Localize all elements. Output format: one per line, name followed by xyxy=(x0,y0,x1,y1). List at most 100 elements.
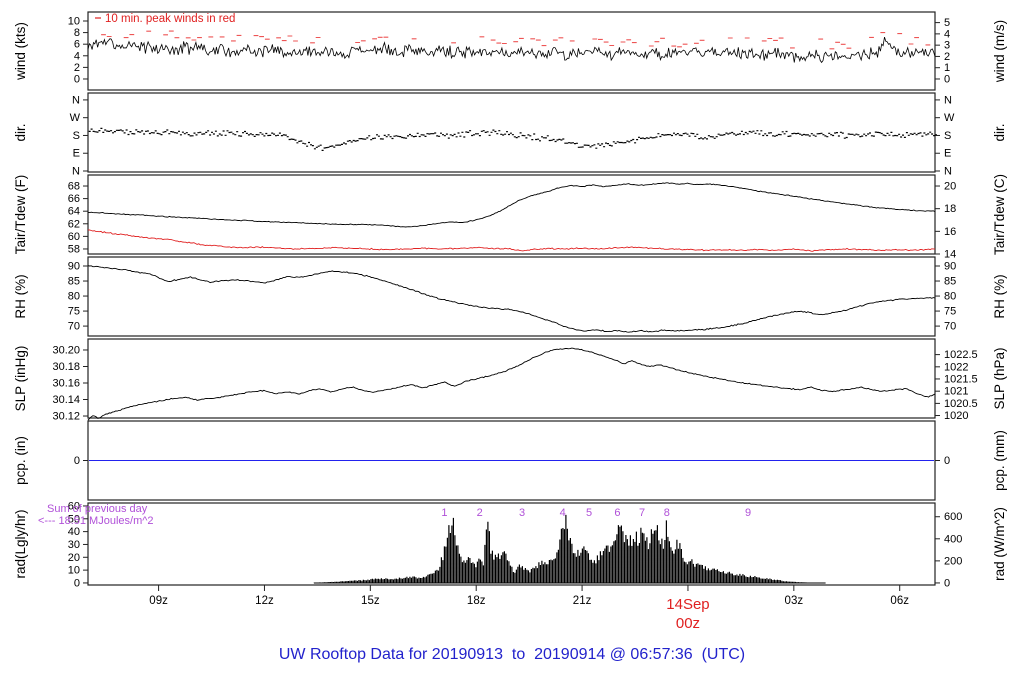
panel-temp: 586062646668 14 16 18 20 Tair/Tdew (F) Tair/Td… xyxy=(13,174,1007,261)
ytick-label-right: 85 xyxy=(944,276,956,288)
ytick-label-left: 40 xyxy=(68,526,80,538)
ytick-label-left: 2 xyxy=(74,62,80,74)
ytick-label-left: 30.20 xyxy=(52,344,80,356)
xtick-label: 03z xyxy=(785,595,804,607)
xtick-date-line2: 00z xyxy=(676,615,700,632)
ytick-label-right: E xyxy=(944,148,951,160)
ylabel-left-temp: Tair/Tdew (F) xyxy=(13,175,28,255)
panel-border-rh xyxy=(87,256,936,337)
ytick-label-left: N xyxy=(72,166,80,178)
ytick-label-right: 5 xyxy=(944,17,950,29)
ytick-label-right: 1021.5 xyxy=(944,373,978,385)
panel-border-temp xyxy=(87,174,936,255)
ylabel-left-rh: RH (%) xyxy=(13,274,28,318)
ytick-label-right: N xyxy=(944,166,952,178)
ytick-label-left: 58 xyxy=(68,243,80,255)
panel-border-slp xyxy=(87,338,936,419)
ytick-label-left: 30.12 xyxy=(52,411,80,423)
ytick-label-right: 80 xyxy=(944,291,956,303)
ylabel-right-dir: dir. xyxy=(992,123,1007,141)
xtick-label: 15z xyxy=(361,595,380,607)
ylabel-right-rad: rad (W/m^2) xyxy=(992,507,1007,581)
ytick-label-left: 30.14 xyxy=(52,394,80,406)
ytick-label-right: 1 xyxy=(944,62,950,74)
ytick-label-left: 6 xyxy=(74,39,80,51)
panel-dir: NESWNNESWNdir. dir. xyxy=(13,92,1007,178)
ytick-label-left: 90 xyxy=(68,261,80,273)
ytick-label-left: 60 xyxy=(68,231,80,243)
ylabel-left-rad: rad(Lgly/hr) xyxy=(13,509,28,578)
ytick-label-right: 1020.5 xyxy=(944,398,978,410)
ytick-label-right: 4 xyxy=(944,28,950,40)
ytick-label-left: 4 xyxy=(74,50,80,62)
ylabel-left-wind: wind (kts) xyxy=(13,22,28,81)
ylabel-right-wind: wind (m/s) xyxy=(992,20,1007,83)
ytick-label-left: 70 xyxy=(68,321,80,333)
ytick-label-left: 0 xyxy=(74,73,80,85)
ytick-label-left: 0 xyxy=(74,455,80,467)
ytick-label-right: 20 xyxy=(944,181,956,193)
ylabel-right-rh: RH (%) xyxy=(992,274,1007,318)
wind-peak-annotation: 10 min. peak winds in red xyxy=(105,13,235,25)
ytick-label-right: 400 xyxy=(944,533,962,545)
ylabel-right-pcp: pcp. (mm) xyxy=(992,430,1007,491)
rad-hour-mark: 8 xyxy=(664,507,670,519)
ytick-label-right: 1020 xyxy=(944,410,968,422)
rad-hour-mark: 7 xyxy=(639,507,645,519)
panel-rad: 01020304050600200400600rad(Lgly/hr) rad (… xyxy=(13,500,1007,589)
ytick-label-left: S xyxy=(73,130,80,142)
ytick-label-left: 62 xyxy=(68,218,80,230)
ytick-label-right: 18 xyxy=(944,203,956,215)
ytick-label-left: 8 xyxy=(74,27,80,39)
rad-hour-mark: 2 xyxy=(477,507,483,519)
ytick-label-left: N xyxy=(72,94,80,106)
ytick-label-right: S xyxy=(944,130,951,142)
ytick-label-right: 16 xyxy=(944,226,956,238)
ytick-label-left: 75 xyxy=(68,306,80,318)
ytick-label-right: 2 xyxy=(944,51,950,63)
ytick-label-left: E xyxy=(73,148,80,160)
ytick-label-right: 0 xyxy=(944,577,950,589)
ytick-label-left: 10 xyxy=(68,565,80,577)
ytick-label-right: 3 xyxy=(944,40,950,52)
panel-slp: 30.12 30.14 30.16 30.18 30.20 10201020.510211… xyxy=(13,338,1007,423)
ytick-label-left: 68 xyxy=(68,181,80,193)
rad-hour-mark: 4 xyxy=(560,507,566,519)
ytick-label-left: 30.16 xyxy=(52,377,80,389)
xtick-date-line1: 14Sep xyxy=(666,596,709,613)
ylabel-left-dir: dir. xyxy=(13,123,28,141)
ytick-label-left: 66 xyxy=(68,193,80,205)
ylabel-right-slp: SLP (hPa) xyxy=(992,347,1007,409)
ytick-label-right: 70 xyxy=(944,321,956,333)
ylabel-left-slp: SLP (inHg) xyxy=(13,346,28,412)
ytick-label-right: 90 xyxy=(944,261,956,273)
ytick-label-right: W xyxy=(944,112,955,124)
rad-hour-mark: 1 xyxy=(441,507,447,519)
ytick-label-left: 85 xyxy=(68,276,80,288)
ytick-label-right: 0 xyxy=(944,455,950,467)
chart-title: UW Rooftop Data for 20190913 to 20190914… xyxy=(278,646,746,663)
ytick-label-left: 30.18 xyxy=(52,361,80,373)
xtick-label: 06z xyxy=(890,595,909,607)
ylabel-left-pcp: pcp. (in) xyxy=(13,436,28,485)
xtick-label: 18z xyxy=(467,595,486,607)
rad-hour-mark: 3 xyxy=(519,507,525,519)
panel-border-dir xyxy=(87,92,936,173)
ytick-label-left: 0 xyxy=(74,577,80,589)
rad-sum-annotation-line2: <--- 18.51 MJoules/m^2 xyxy=(38,515,154,527)
rad-hour-mark: 6 xyxy=(614,507,620,519)
xtick-label: 09z xyxy=(149,595,168,607)
xtick-label: 21z xyxy=(573,595,592,607)
panel-pcp: 0 0 pcp. (in) pcp. (mm) xyxy=(13,420,1007,501)
ytick-label-right: 14 xyxy=(944,249,956,261)
meteogram-plot: 0246810012345wind (kts) wind (m/s)10 min.… xyxy=(13,11,1007,632)
uw-rooftop-meteogram: 0 2 4 6 8 10 0 1 2 3 4 5 wind (kts) wind (m/s) 10 min.… xyxy=(0,0,1024,700)
panel-wind: 0246810012345wind (kts) wind (m/s)10 min.… xyxy=(13,11,1007,91)
panel-rh: 70 75 80 85 90 70 75 80 85 90 RH (%) RH (%) xyxy=(13,256,1007,337)
ytick-label-left: 30 xyxy=(68,539,80,551)
ytick-label-right: 0 xyxy=(944,73,950,85)
ytick-label-left: 80 xyxy=(68,291,80,303)
ytick-label-left: 10 xyxy=(68,15,80,27)
ylabel-right-temp: Tair/Tdew (C) xyxy=(992,174,1007,255)
ytick-label-right: 1021 xyxy=(944,386,968,398)
